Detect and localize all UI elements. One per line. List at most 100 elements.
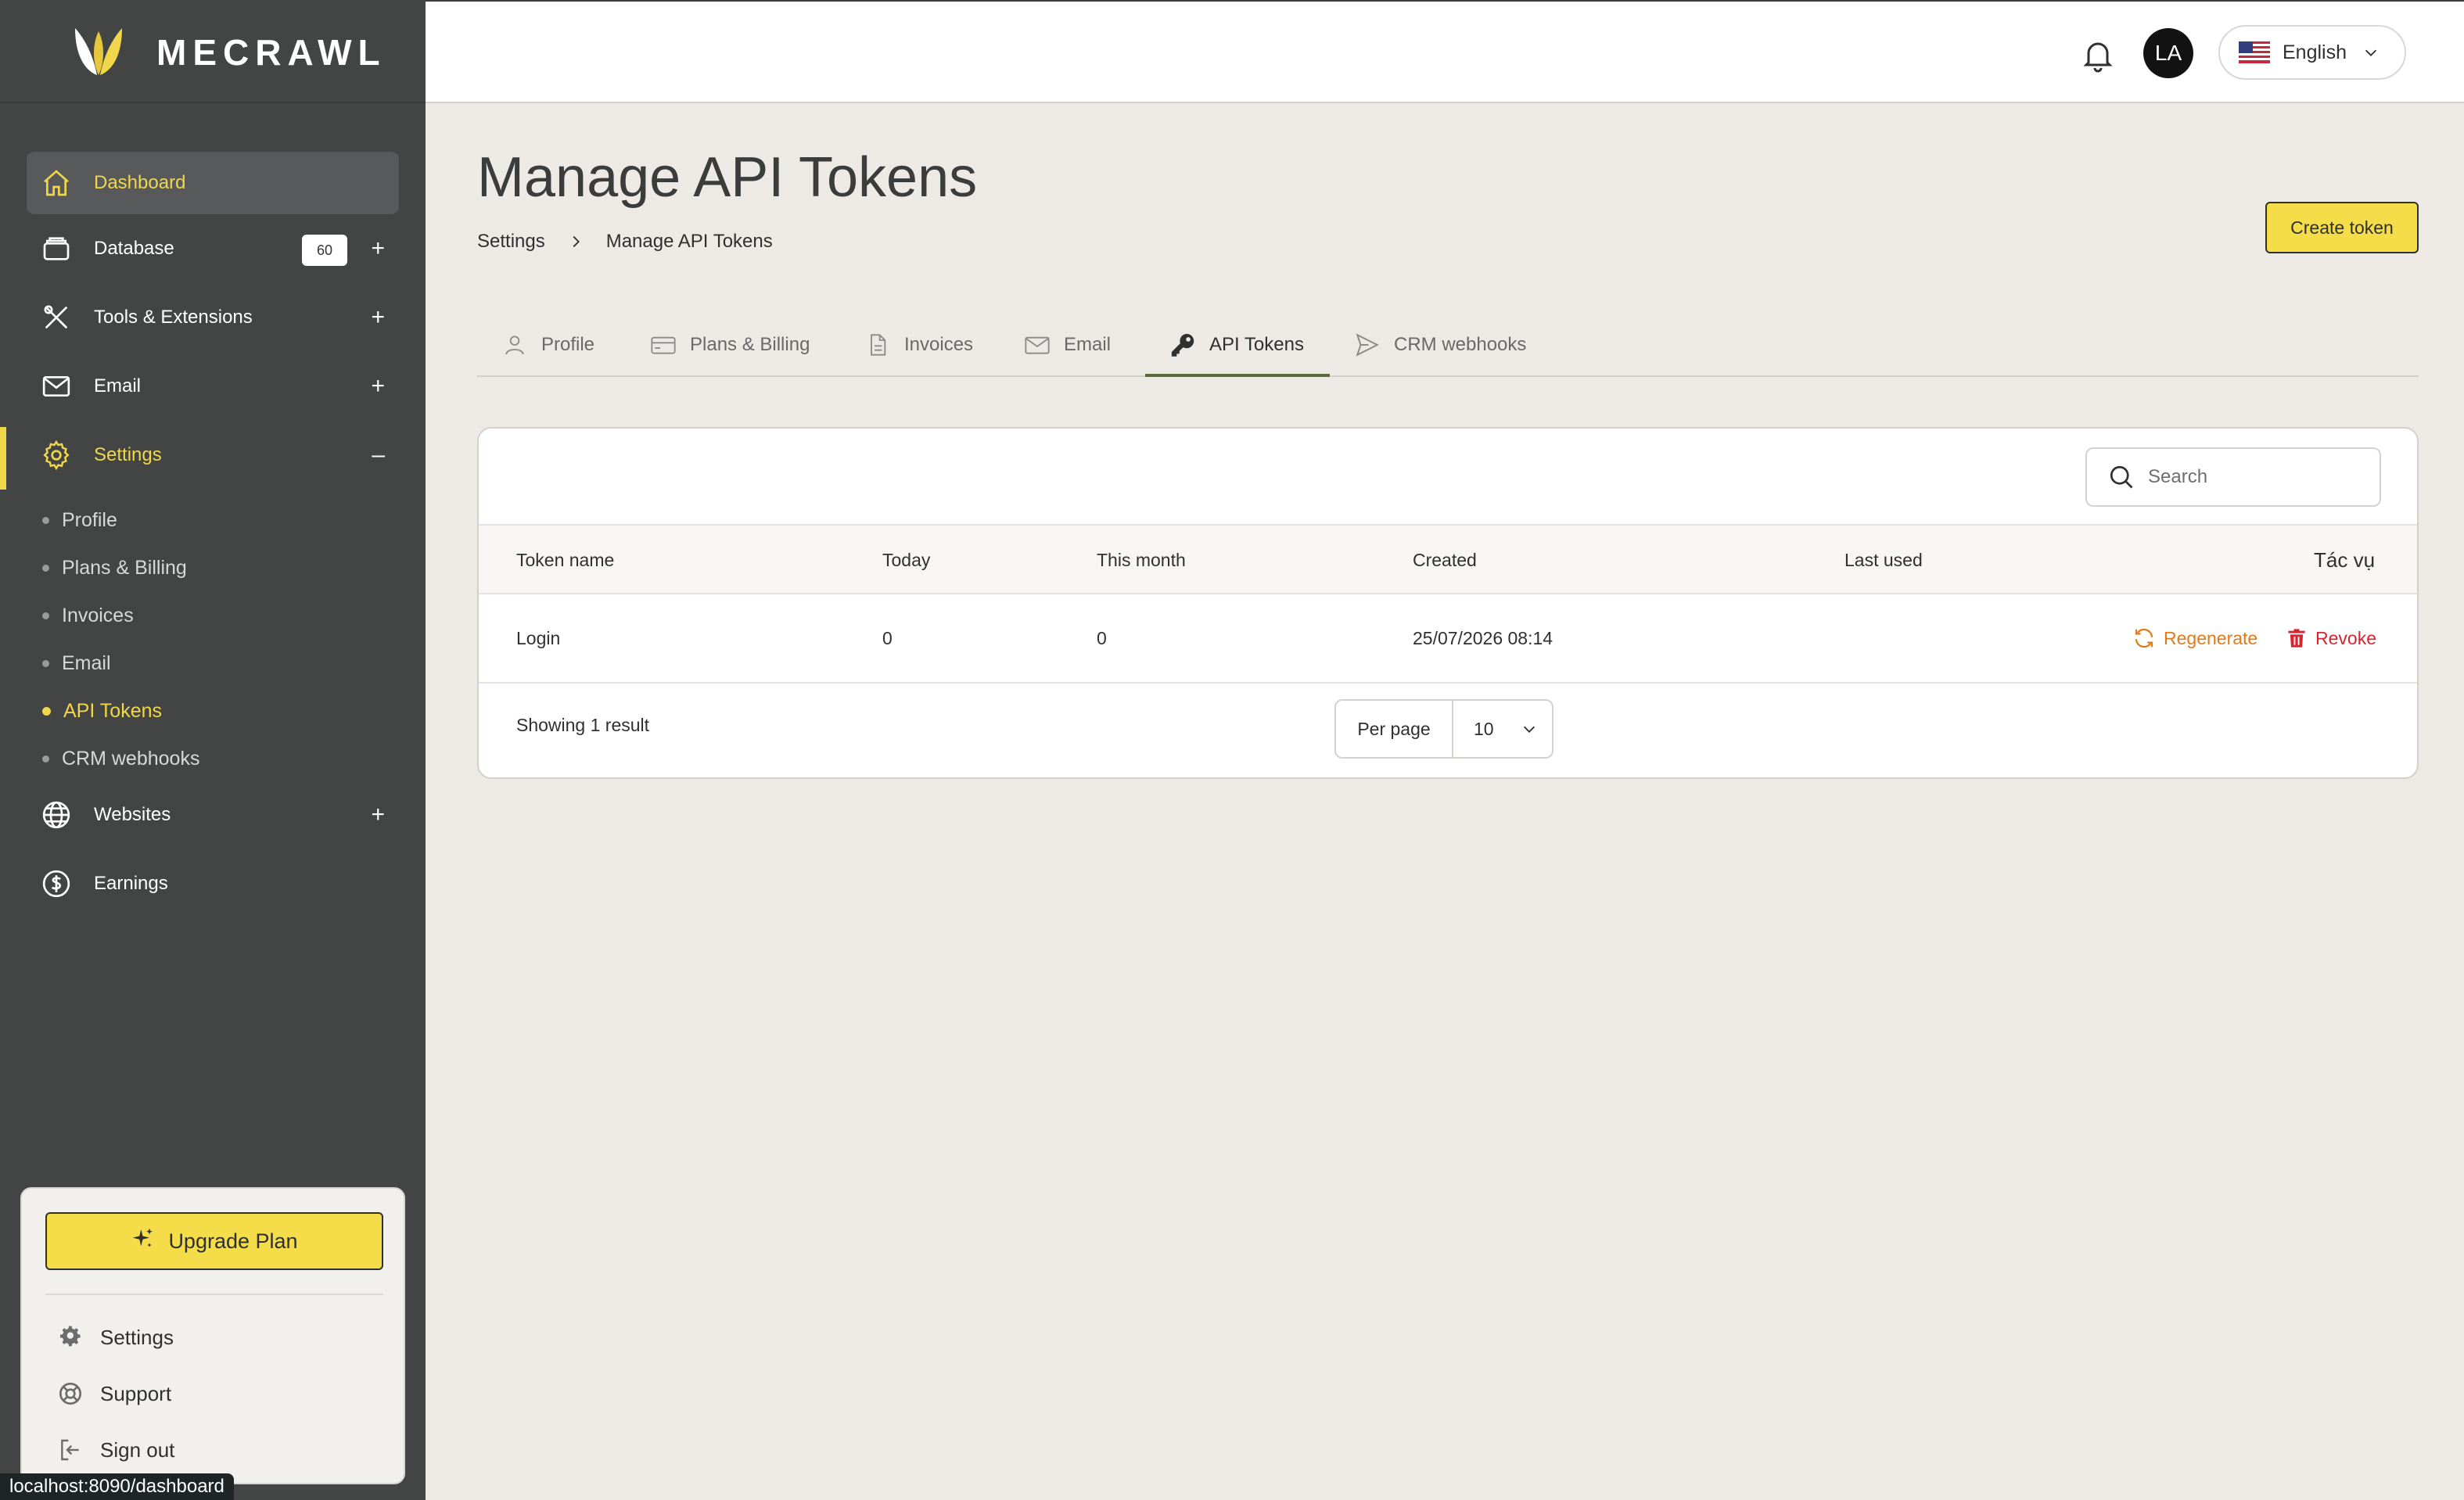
sidebar-item-earnings[interactable]: Earnings xyxy=(27,852,399,915)
sidebar-item-label: Earnings xyxy=(94,873,168,894)
breadcrumb-current: Manage API Tokens xyxy=(605,231,773,252)
globe-icon xyxy=(39,798,74,832)
sign-out-label: Sign out xyxy=(100,1437,175,1462)
revoke-button[interactable]: Revoke xyxy=(2286,624,2376,652)
tab-api-tokens[interactable]: API Tokens xyxy=(1169,313,1304,377)
sidebar-item-label: Database xyxy=(94,238,174,259)
sidebar-subitem-api-tokens[interactable]: API Tokens xyxy=(42,695,162,727)
search-placeholder: Search xyxy=(2148,466,2208,487)
gear-icon xyxy=(39,438,74,472)
sign-out-link[interactable]: Sign out xyxy=(56,1431,174,1469)
topbar: LA English xyxy=(426,0,2464,103)
sidebar-item-settings[interactable]: Settings – xyxy=(27,424,399,486)
per-page-label: Per page xyxy=(1336,701,1453,757)
subitem-label: API Tokens xyxy=(63,699,163,722)
per-page-select[interactable]: Per page 10 xyxy=(1334,699,1553,759)
bullet-dot xyxy=(42,516,49,524)
page-title: Manage API Tokens xyxy=(477,146,978,209)
breadcrumb: Settings Manage API Tokens xyxy=(477,228,773,255)
tab-label: Plans & Billing xyxy=(690,334,810,355)
sidebar-item-label: Tools & Extensions xyxy=(94,307,253,328)
subitem-label: CRM webhooks xyxy=(62,747,200,770)
sidebar-item-tools[interactable]: Tools & Extensions + xyxy=(27,286,399,349)
create-token-button[interactable]: Create token xyxy=(2265,202,2419,253)
sidebar-subitem-invoices[interactable]: Invoices xyxy=(42,600,134,631)
expand-toggle[interactable]: + xyxy=(371,235,385,263)
sidebar-subitem-plans-billing[interactable]: Plans & Billing xyxy=(42,552,187,583)
column-header-this-month: This month xyxy=(1097,549,1186,570)
created-cell: 25/07/2026 08:14 xyxy=(1413,627,1553,648)
tokens-panel: Search Token name Today This month Creat… xyxy=(477,427,2419,779)
token-name-cell: Login xyxy=(516,627,561,648)
subitem-label: Email xyxy=(62,651,111,674)
support-label: Support xyxy=(100,1381,172,1405)
tab-crm-webhooks[interactable]: CRM webhooks xyxy=(1353,313,1526,377)
upgrade-plan-button[interactable]: Upgrade Plan xyxy=(45,1212,383,1270)
tab-profile[interactable]: Profile xyxy=(501,313,594,377)
expand-toggle[interactable]: + xyxy=(371,303,385,332)
account-settings-label: Settings xyxy=(100,1325,174,1349)
search-input[interactable]: Search xyxy=(2085,447,2381,507)
sidebar-item-websites[interactable]: Websites + xyxy=(27,784,399,846)
tab-invoices[interactable]: Invoices xyxy=(864,313,973,377)
sidebar-item-label: Dashboard xyxy=(94,172,186,193)
this-month-cell: 0 xyxy=(1097,627,1107,648)
column-header-created: Created xyxy=(1413,549,1477,570)
account-settings-link[interactable]: Settings xyxy=(56,1319,174,1356)
bullet-dot xyxy=(42,564,49,572)
column-header-token-name: Token name xyxy=(516,549,615,570)
send-icon xyxy=(1353,331,1381,359)
regenerate-button[interactable]: Regenerate xyxy=(2132,624,2257,652)
avatar[interactable]: LA xyxy=(2143,28,2193,78)
bullet-dot xyxy=(42,706,51,716)
bullet-dot xyxy=(42,755,49,763)
breadcrumb-settings[interactable]: Settings xyxy=(477,231,545,253)
settings-tabs: Profile Plans & Billing Invoices Email A… xyxy=(477,313,2419,377)
brand-header: MECRAWL xyxy=(0,0,426,103)
gear-icon xyxy=(56,1323,84,1351)
database-icon xyxy=(39,231,74,266)
column-header-actions: Tác vụ xyxy=(2314,547,2376,572)
language-label: English xyxy=(2283,41,2347,63)
collapse-toggle[interactable]: – xyxy=(372,441,385,469)
bullet-dot xyxy=(42,612,49,619)
expand-toggle[interactable]: + xyxy=(371,372,385,400)
active-indicator xyxy=(0,427,6,490)
sidebar-subitem-profile[interactable]: Profile xyxy=(42,504,117,536)
tab-plans-billing[interactable]: Plans & Billing xyxy=(649,313,810,377)
account-card: Upgrade Plan Settings Support Sign out xyxy=(20,1187,405,1484)
brand-name[interactable]: MECRAWL xyxy=(156,31,386,74)
sidebar-item-database[interactable]: Database 60 + xyxy=(27,217,399,280)
expand-toggle[interactable]: + xyxy=(371,801,385,829)
status-bar-url: localhost:8090/dashboard xyxy=(0,1473,234,1500)
table-header: Token name Today This month Created Last… xyxy=(479,524,2417,594)
sidebar: MECRAWL Dashboard Database 60 + Tools & … xyxy=(0,0,426,1500)
sparkle-icon xyxy=(131,1226,156,1257)
sidebar-item-label: Settings xyxy=(94,444,162,465)
per-page-value: 10 xyxy=(1474,718,1494,739)
chevron-right-icon xyxy=(567,233,584,250)
sidebar-item-dashboard[interactable]: Dashboard xyxy=(27,152,399,214)
support-link[interactable]: Support xyxy=(56,1375,171,1412)
table-row: Login 0 0 25/07/2026 08:14 Regenerate Re… xyxy=(479,594,2417,684)
subitem-label: Profile xyxy=(62,508,117,531)
bell-icon[interactable] xyxy=(2079,36,2117,74)
results-count: Showing 1 result xyxy=(516,715,650,735)
today-cell: 0 xyxy=(882,627,893,648)
tab-label: Profile xyxy=(541,334,595,355)
tab-label: CRM webhooks xyxy=(1394,334,1527,355)
sign-out-icon xyxy=(56,1436,84,1464)
sidebar-subitem-email[interactable]: Email xyxy=(42,648,111,679)
count-badge: 60 xyxy=(302,235,347,266)
tab-email[interactable]: Email xyxy=(1023,313,1111,377)
refresh-icon xyxy=(2132,626,2156,650)
key-icon xyxy=(1169,331,1197,359)
regenerate-label: Regenerate xyxy=(2164,627,2258,648)
column-header-last-used: Last used xyxy=(1844,549,1923,570)
sidebar-subitem-crm-webhooks[interactable]: CRM webhooks xyxy=(42,743,199,774)
subitem-label: Plans & Billing xyxy=(62,556,187,579)
sidebar-item-email[interactable]: Email + xyxy=(27,355,399,418)
language-selector[interactable]: English xyxy=(2218,25,2406,80)
lifebuoy-icon xyxy=(56,1380,84,1408)
tab-label: API Tokens xyxy=(1209,334,1304,355)
